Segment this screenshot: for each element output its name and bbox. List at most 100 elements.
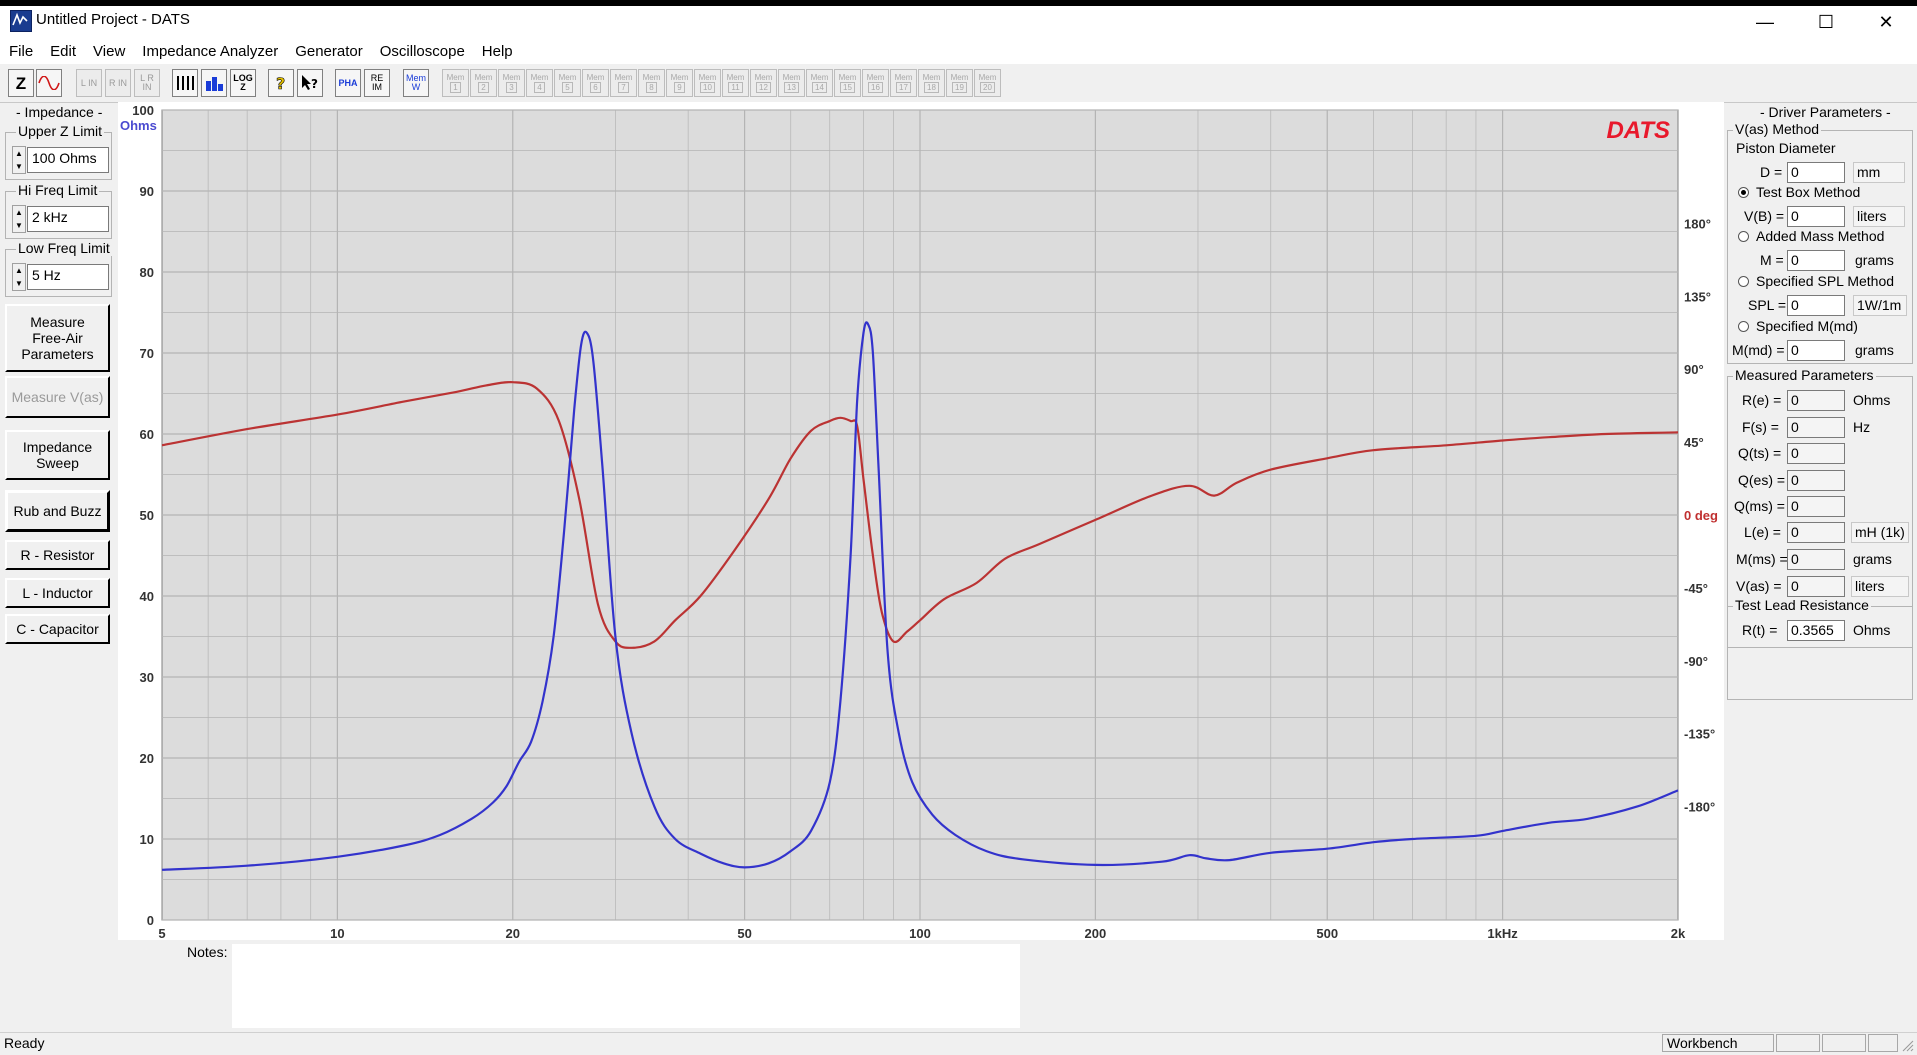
impedance-mode-button[interactable]: Z: [8, 69, 34, 97]
close-icon[interactable]: ✕: [1857, 6, 1915, 38]
spl-unit: 1W/1m: [1853, 295, 1907, 316]
y-left-tick-label: 90: [140, 184, 154, 199]
menu-generator[interactable]: Generator: [286, 43, 371, 60]
menu-help[interactable]: Help: [473, 43, 521, 60]
hi-freq-input[interactable]: 2 kHz: [27, 206, 109, 232]
impedance-chart[interactable]: 0 10 20 30 40 50 60 70 80 90 100 -180° -135° -90° -45…: [118, 102, 1724, 941]
y-left-tick-label: 0: [147, 913, 154, 928]
bar-graph-icon[interactable]: [201, 69, 227, 97]
memory-slot-3[interactable]: Mem 3: [498, 69, 525, 97]
x-axis-ticks: 5 10 20 50 100 200 500 1kHz 2k: [158, 926, 1686, 941]
measured-parameters-label: Measured Parameters: [1733, 367, 1876, 383]
menu-impedance-analyzer[interactable]: Impedance Analyzer: [133, 43, 286, 60]
marker-lines-icon[interactable]: [172, 69, 198, 97]
driver-parameters-panel: - Driver Parameters - V(as) Method Pisto…: [1724, 102, 1917, 1032]
memory-slot-20[interactable]: Mem 20: [974, 69, 1001, 97]
vb-label: V(B) =: [1744, 208, 1785, 224]
rt-input[interactable]: 0.3565: [1787, 620, 1845, 641]
resistor-button[interactable]: R - Resistor: [5, 540, 110, 570]
menu-file[interactable]: File: [0, 43, 41, 60]
memory-slot-2[interactable]: Mem 2: [470, 69, 497, 97]
title-bar: Untitled Project - DATS — ☐ ✕: [0, 0, 1917, 38]
measure-vas-button[interactable]: Measure V(as): [5, 376, 110, 418]
memory-slot-11[interactable]: Mem 11: [722, 69, 749, 97]
memory-slot-8[interactable]: Mem 8: [638, 69, 665, 97]
y-right-tick-label: -180°: [1684, 800, 1715, 815]
measure-free-air-button[interactable]: Measure Free-Air Parameters: [5, 304, 110, 372]
mmd-radio[interactable]: [1738, 321, 1749, 332]
driver-params-title: - Driver Parameters -: [1760, 104, 1891, 120]
re-label: R(e) =: [1742, 392, 1782, 408]
upper-z-spinner-arrows[interactable]: ▲ ▼: [12, 146, 26, 174]
sine-wave-icon[interactable]: [36, 69, 62, 97]
left-right-input-button[interactable]: L R IN: [134, 69, 160, 97]
notes-textarea[interactable]: [232, 944, 1020, 1028]
y-left-tick-label: 70: [140, 346, 154, 361]
left-input-button[interactable]: L IN: [76, 69, 102, 97]
menu-edit[interactable]: Edit: [41, 43, 84, 60]
minimize-icon[interactable]: —: [1736, 6, 1794, 38]
re-unit: Ohms: [1853, 392, 1891, 408]
fs-value: 0: [1787, 417, 1845, 438]
qms-label: Q(ms) =: [1734, 498, 1785, 514]
memory-slot-17[interactable]: Mem 17: [890, 69, 917, 97]
memory-slot-9[interactable]: Mem 9: [666, 69, 693, 97]
added-mass-radio[interactable]: [1738, 231, 1749, 242]
vas-value: 0: [1787, 576, 1845, 597]
right-input-button[interactable]: R IN: [105, 69, 131, 97]
svg-text:?: ?: [276, 74, 285, 92]
low-freq-spinner-arrows[interactable]: ▲ ▼: [12, 263, 26, 291]
memory-slot-18[interactable]: Mem 18: [918, 69, 945, 97]
qts-label: Q(ts) =: [1738, 445, 1782, 461]
qes-value: 0: [1787, 470, 1845, 491]
memory-slot-16[interactable]: Mem 16: [862, 69, 889, 97]
spl-input[interactable]: 0: [1787, 295, 1845, 316]
mms-unit: grams: [1853, 551, 1892, 567]
memory-slot-5[interactable]: Mem 5: [554, 69, 581, 97]
memory-slot-1[interactable]: Mem 1: [442, 69, 469, 97]
context-help-icon[interactable]: ?: [297, 69, 323, 97]
menu-bar: File Edit View Impedance Analyzer Genera…: [0, 38, 1917, 64]
memory-slot-13[interactable]: Mem 13: [778, 69, 805, 97]
maximize-icon[interactable]: ☐: [1797, 6, 1855, 38]
real-imaginary-button[interactable]: RE IM: [364, 69, 390, 97]
d-label: D =: [1760, 164, 1783, 180]
vas-method-label: V(as) Method: [1733, 121, 1822, 137]
inductor-button[interactable]: L - Inductor: [5, 578, 110, 608]
low-freq-input[interactable]: 5 Hz: [27, 264, 109, 290]
memory-slot-19[interactable]: Mem 19: [946, 69, 973, 97]
fs-unit: Hz: [1853, 419, 1871, 435]
memory-slot-14[interactable]: Mem 14: [806, 69, 833, 97]
mmd-input[interactable]: 0: [1787, 340, 1845, 361]
spl-method-label: Specified SPL Method: [1756, 273, 1895, 289]
hi-freq-spinner-arrows[interactable]: ▲ ▼: [12, 205, 26, 233]
memory-slot-4[interactable]: Mem 4: [526, 69, 553, 97]
log-z-button[interactable]: LOG Z: [230, 69, 256, 97]
rt-unit: Ohms: [1853, 622, 1891, 638]
menu-oscilloscope[interactable]: Oscilloscope: [371, 43, 473, 60]
menu-view[interactable]: View: [84, 43, 133, 60]
upper-z-input[interactable]: 100 Ohms: [27, 147, 109, 173]
test-box-radio[interactable]: [1738, 187, 1749, 198]
added-mass-input[interactable]: 0: [1787, 250, 1845, 271]
memory-write-button[interactable]: Mem W: [403, 69, 429, 97]
memory-slot-12[interactable]: Mem 12: [750, 69, 777, 97]
capacitor-button[interactable]: C - Capacitor: [5, 614, 110, 644]
memory-slot-15[interactable]: Mem 15: [834, 69, 861, 97]
rub-and-buzz-button[interactable]: Rub and Buzz: [5, 490, 110, 532]
status-panel-2: [1776, 1034, 1820, 1052]
vb-input[interactable]: 0: [1787, 206, 1845, 227]
resize-grip-icon[interactable]: [1900, 1038, 1914, 1052]
status-mode: Workbench: [1662, 1034, 1774, 1052]
phase-button[interactable]: PHA: [335, 69, 361, 97]
memory-slot-6[interactable]: Mem 6: [582, 69, 609, 97]
spl-method-radio[interactable]: [1738, 276, 1749, 287]
memory-slot-7[interactable]: Mem 7: [610, 69, 637, 97]
help-icon[interactable]: ?: [268, 69, 294, 97]
impedance-sweep-button[interactable]: Impedance Sweep: [5, 430, 110, 480]
impedance-phase-plot[interactable]: 0 10 20 30 40 50 60 70 80 90 100 -180° -135° -90° -45…: [118, 102, 1724, 941]
memory-slot-10[interactable]: Mem 10: [694, 69, 721, 97]
vb-unit: liters: [1853, 206, 1905, 227]
notes-label: Notes:: [187, 944, 228, 960]
diameter-input[interactable]: 0: [1787, 162, 1845, 183]
